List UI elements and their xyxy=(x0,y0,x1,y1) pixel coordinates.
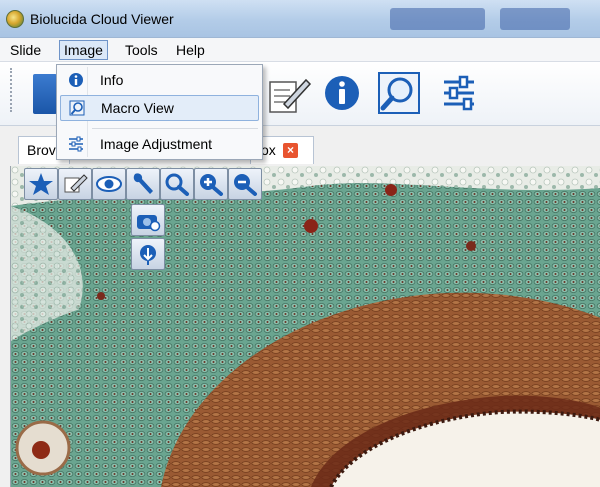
tab-image-label: ox xyxy=(261,142,276,158)
annotate-button[interactable] xyxy=(58,168,92,200)
tissue-image xyxy=(11,166,600,487)
magnifier-icon xyxy=(165,173,189,196)
menu-item-info-label: Info xyxy=(100,72,124,88)
tools-button[interactable] xyxy=(126,168,160,200)
magnifier-icon xyxy=(69,100,85,116)
visibility-button[interactable] xyxy=(92,168,126,200)
info-icon[interactable] xyxy=(323,74,361,112)
wrench-icon xyxy=(133,173,153,194)
star-icon xyxy=(29,173,53,195)
menu-image[interactable]: Image xyxy=(59,40,108,60)
menu-separator xyxy=(92,128,258,129)
menu-item-macro-view[interactable]: Macro View xyxy=(60,95,259,121)
blurred-region xyxy=(390,8,485,30)
eye-icon xyxy=(96,176,122,192)
bookmark-star-button[interactable] xyxy=(24,168,58,200)
zoom-out-button[interactable] xyxy=(228,168,262,200)
sliders-icon[interactable] xyxy=(440,74,478,112)
menu-slide[interactable]: Slide xyxy=(6,40,45,60)
download-icon xyxy=(140,245,156,265)
menu-item-macro-view-label: Macro View xyxy=(101,100,174,116)
tab-browse-label: Brov xyxy=(27,142,56,158)
menu-help[interactable]: Help xyxy=(172,40,209,60)
window-title: Biolucida Cloud Viewer xyxy=(30,11,174,27)
annotate-icon[interactable] xyxy=(266,72,312,116)
info-icon xyxy=(69,73,83,87)
image-viewer[interactable] xyxy=(10,166,600,487)
macro-view-icon[interactable] xyxy=(376,70,422,116)
zoom-in-icon xyxy=(200,174,223,196)
title-bar: Biolucida Cloud Viewer xyxy=(0,0,600,38)
zoom-button[interactable] xyxy=(160,168,194,200)
blurred-region xyxy=(500,8,570,30)
snapshot-button[interactable] xyxy=(131,204,165,236)
camera-icon xyxy=(137,215,161,232)
sliders-icon xyxy=(69,136,83,152)
zoom-out-icon xyxy=(234,174,257,196)
zoom-in-button[interactable] xyxy=(194,168,228,200)
menu-item-info[interactable]: Info xyxy=(60,68,259,94)
tab-close-icon[interactable]: × xyxy=(283,143,298,158)
menu-bar: Slide Image Tools Help xyxy=(0,38,600,62)
toolbar-grip xyxy=(10,68,16,112)
blue-tool-icon[interactable] xyxy=(33,74,57,114)
pen-icon xyxy=(64,174,88,193)
download-button[interactable] xyxy=(131,238,165,270)
app-logo-icon xyxy=(6,10,24,28)
menu-item-image-adjustment-label: Image Adjustment xyxy=(100,136,213,152)
menu-tools[interactable]: Tools xyxy=(121,40,162,60)
image-menu-dropdown: Info Macro View Image Adjustment xyxy=(56,64,263,160)
menu-item-image-adjustment[interactable]: Image Adjustment xyxy=(60,132,259,158)
